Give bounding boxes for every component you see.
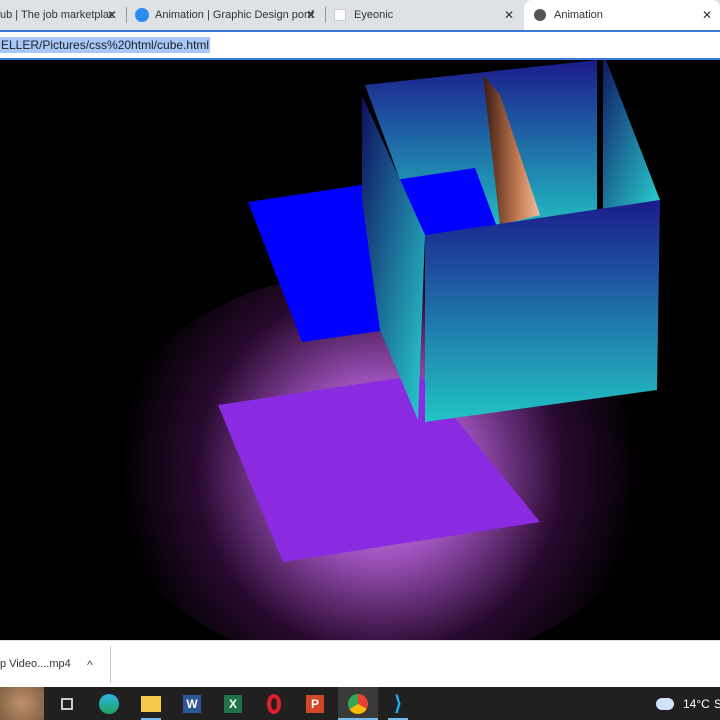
weather-extra: S xyxy=(714,697,720,711)
download-file[interactable]: p Video....mp4 xyxy=(0,658,71,670)
tab-strip: ub | The job marketplac ✕ Animation | Gr… xyxy=(0,0,720,30)
tab-job-marketplace[interactable]: ub | The job marketplac ✕ xyxy=(0,0,125,30)
edge-icon[interactable] xyxy=(91,687,127,720)
page-icon xyxy=(334,9,346,21)
behance-icon xyxy=(135,8,149,22)
tab-label: Animation xyxy=(554,9,603,21)
cube-animation-canvas xyxy=(0,60,720,640)
download-bar: p Video....mp4 ^ xyxy=(0,640,720,687)
chrome-icon[interactable] xyxy=(338,687,378,720)
excel-icon[interactable]: X xyxy=(215,687,251,720)
close-icon[interactable]: ✕ xyxy=(107,8,117,22)
url-text[interactable]: ELLER/Pictures/css%20html/cube.html xyxy=(0,37,211,53)
tab-label: Animation | Graphic Design portf xyxy=(155,9,314,21)
file-explorer-icon[interactable] xyxy=(133,687,169,720)
weather-icon xyxy=(652,687,678,720)
tab-label: Eyeonic xyxy=(354,9,394,21)
task-view-icon[interactable] xyxy=(49,687,85,720)
close-icon[interactable]: ✕ xyxy=(306,8,316,22)
close-icon[interactable]: ✕ xyxy=(702,8,712,22)
cube-front-face xyxy=(425,200,660,422)
weather-temp[interactable]: 14°C xyxy=(683,697,710,711)
tab-animation[interactable]: Animation ✕ xyxy=(524,0,720,30)
powerpoint-icon[interactable]: P xyxy=(297,687,333,720)
tab-eyeonic[interactable]: Eyeonic ✕ xyxy=(326,0,522,30)
vscode-icon[interactable]: ⟩ xyxy=(380,687,416,720)
taskbar: W X P ⟩ 14°C S xyxy=(0,687,720,720)
opera-icon[interactable] xyxy=(256,687,292,720)
address-bar[interactable]: ELLER/Pictures/css%20html/cube.html xyxy=(0,30,720,60)
chevron-up-icon[interactable]: ^ xyxy=(87,658,93,672)
tab-animation-portfolio[interactable]: Animation | Graphic Design portf ✕ xyxy=(127,0,324,30)
word-icon[interactable]: W xyxy=(174,687,210,720)
globe-icon xyxy=(534,9,546,21)
close-icon[interactable]: ✕ xyxy=(504,8,514,22)
start-avatar-icon[interactable] xyxy=(0,687,44,720)
tab-label: ub | The job marketplac xyxy=(0,9,115,21)
